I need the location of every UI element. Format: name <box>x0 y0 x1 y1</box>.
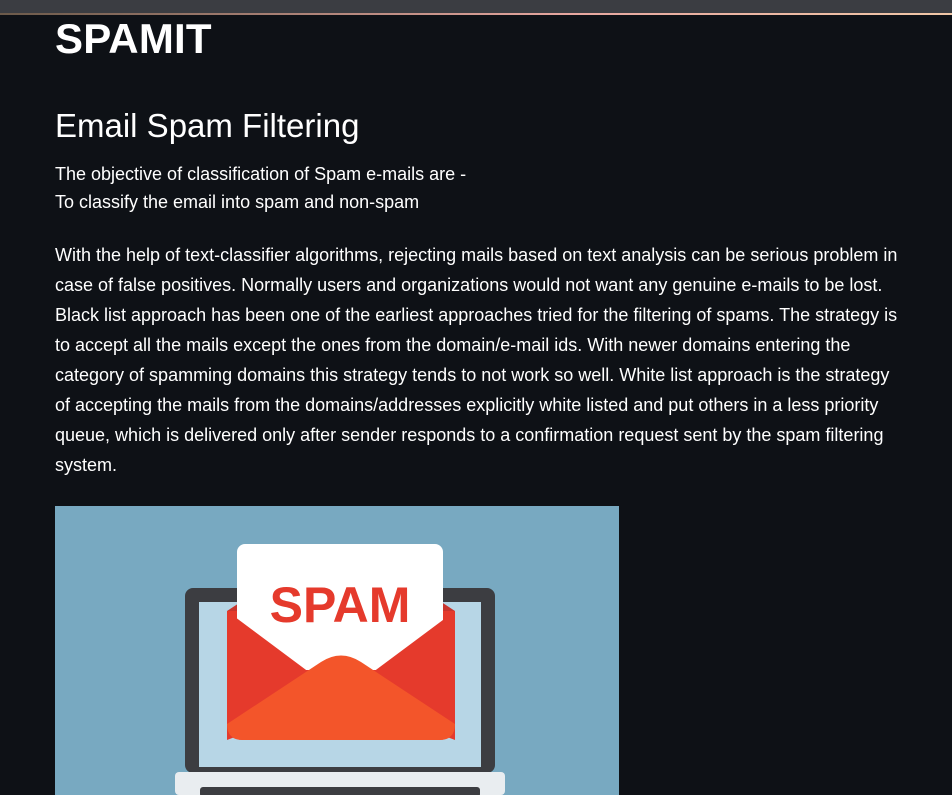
description-paragraph: With the help of text-classifier algorit… <box>55 245 898 476</box>
browser-top-bar <box>0 0 952 13</box>
objective-block: The objective of classification of Spam … <box>55 160 915 216</box>
objective-line-1: The objective of classification of Spam … <box>55 164 467 185</box>
spam-email-illustration: SPAM <box>55 506 619 795</box>
laptop-keyboard <box>200 787 480 795</box>
laptop-envelope-graphic: SPAM <box>175 544 505 795</box>
page-title: Email Spam Filtering <box>55 107 360 144</box>
spam-label: SPAM <box>270 577 411 633</box>
main-content: SPAMIT Email Spam Filtering The objectiv… <box>55 14 915 480</box>
site-brand: SPAMIT <box>55 15 212 62</box>
objective-line-2: To classify the email into spam and non-… <box>55 192 420 213</box>
